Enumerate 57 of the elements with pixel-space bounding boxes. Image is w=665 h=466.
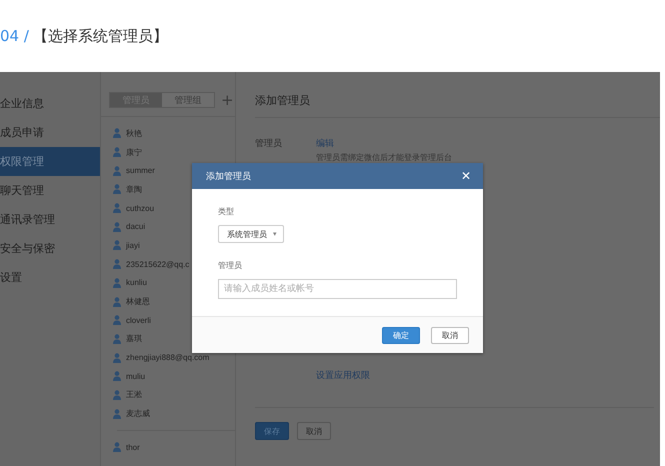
sidebar-item[interactable]: 安全与保密 [0,234,100,263]
user-icon [113,442,121,452]
member-name[interactable]: cuthzou [126,204,154,213]
user-icon [113,184,121,194]
user-icon [113,334,121,344]
member-name[interactable]: kunliu [126,278,147,288]
user-icon [113,128,121,138]
member-name[interactable]: 秋艳 [126,128,142,139]
member-name[interactable]: 嘉琪 [126,333,142,344]
page-title: 添加管理员 [255,72,660,118]
edit-link[interactable]: 编辑 [316,137,452,150]
add-button[interactable]: + [219,92,236,108]
cancel-button[interactable]: 取消 [431,326,469,344]
user-icon [113,390,121,400]
member-name[interactable]: jiayi [126,240,140,250]
member-name[interactable]: 林健恩 [126,296,150,308]
member-name[interactable]: summer [126,166,155,176]
sidebar-item[interactable]: 聊天管理 [0,176,100,205]
member-name[interactable]: 王淞 [126,389,142,400]
cancel-button[interactable]: 取消 [297,422,331,440]
close-button[interactable]: ✕ [460,169,471,183]
user-icon [113,352,121,363]
dialog-title: 添加管理员 [206,170,251,182]
sidebar-item[interactable]: 通讯录管理 [0,205,100,234]
save-button[interactable]: 保存 [255,422,289,440]
member-name[interactable]: 235215622@qq.c [126,260,190,269]
user-icon [113,408,121,419]
sidebar-item[interactable]: 权限管理 [0,147,100,176]
user-icon [113,203,121,214]
user-icon [113,222,121,232]
sidebar-item[interactable]: 设置 [0,263,100,292]
member-name[interactable]: 章陶 [126,184,142,195]
user-icon [113,278,121,288]
user-icon [113,296,121,307]
member-name[interactable]: 麦志威 [126,408,150,420]
user-icon [113,147,121,158]
user-icon [113,166,121,176]
input-field[interactable]: 请输入成员姓名或帐号 [218,279,457,299]
user-icon [113,371,121,382]
member-name[interactable]: dacui [126,222,146,232]
user-icon [113,240,121,250]
user-icon [113,259,121,270]
field-label: 管理员 [255,138,283,150]
sidebar-item[interactable]: 企业信息 [0,89,100,118]
step-number: 04 / [0,27,29,45]
member-name[interactable]: zhengjiayi888@qq.com [126,353,210,362]
member-name[interactable]: muliu [126,372,146,381]
member-name[interactable]: cloverli [126,316,151,325]
member-name[interactable]: thor [126,442,140,452]
member-name[interactable]: 康宁 [126,146,142,158]
confirm-button[interactable]: 确定 [382,326,420,344]
user-icon [113,315,121,326]
step-title: 【选择系统管理员】 [32,26,168,46]
sidebar-item[interactable]: 成员申请 [0,118,100,147]
field-label: 类型 [218,206,235,217]
field-label: 管理员 [218,260,243,271]
permissions-link[interactable]: 设置应用权限 [316,369,452,382]
